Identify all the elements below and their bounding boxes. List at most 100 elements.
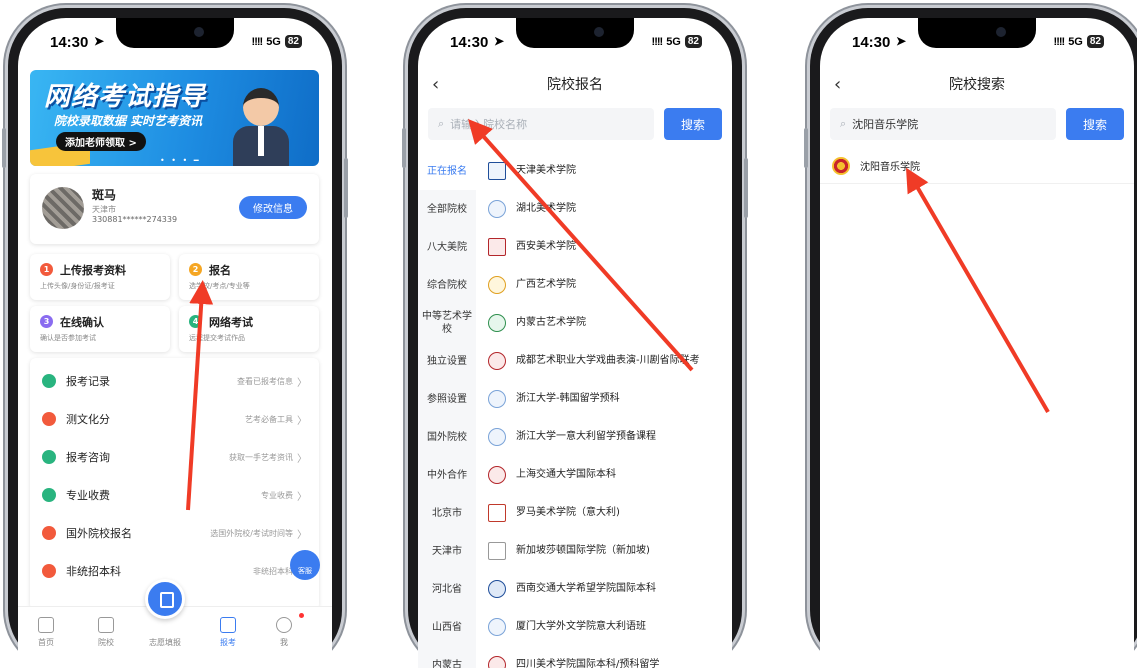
- menu-item-records[interactable]: 报考记录 查看已报考信息〉: [30, 362, 319, 400]
- school-name: 天津美术学院: [516, 165, 576, 176]
- tab-schools[interactable]: 院校: [86, 617, 126, 648]
- school-item[interactable]: 浙江大学一意大利留学预备课程: [476, 418, 732, 456]
- nav-bar: ‹ 院校搜索: [820, 70, 1134, 100]
- school-item[interactable]: 西南交通大学希望学院国际本科: [476, 570, 732, 608]
- category-item[interactable]: 参照设置: [418, 380, 476, 418]
- school-item[interactable]: 西安美术学院: [476, 228, 732, 266]
- category-item[interactable]: 八大美院: [418, 228, 476, 266]
- back-icon[interactable]: ‹: [432, 70, 439, 100]
- step-register[interactable]: 2 报名 选学校/考点/专业等: [179, 254, 319, 300]
- school-logo-icon: [488, 656, 506, 668]
- category-item[interactable]: 全部院校: [418, 190, 476, 228]
- status-network: !!!! 5G 82: [652, 35, 702, 48]
- promo-banner[interactable]: 网络考试指导 院校录取数据 实时艺考资讯 添加老师领取 > • • • ━: [30, 70, 319, 166]
- search-input[interactable]: ⌕ 请输入院校名称: [428, 108, 654, 140]
- school-item[interactable]: 内蒙古艺术学院: [476, 304, 732, 342]
- location-arrow-icon: ➤: [94, 34, 105, 48]
- side-button: [344, 158, 348, 218]
- school-item[interactable]: 广西艺术学院: [476, 266, 732, 304]
- search-input[interactable]: ⌕ 沈阳音乐学院: [830, 108, 1056, 140]
- search-button[interactable]: 搜索: [1066, 108, 1124, 140]
- apply-icon: [220, 617, 236, 633]
- school-logo-icon: [488, 542, 506, 560]
- school-item[interactable]: 成都艺术职业大学戏曲表演-川剧省际联考: [476, 342, 732, 380]
- tab-volunteer[interactable]: 志愿填报: [145, 637, 185, 648]
- category-item[interactable]: 综合院校: [418, 266, 476, 304]
- school-name: 广西艺术学院: [516, 279, 576, 290]
- category-item[interactable]: 国外院校: [418, 418, 476, 456]
- back-icon[interactable]: ‹: [834, 70, 841, 100]
- step-title: 报名: [209, 264, 231, 277]
- search-button[interactable]: 搜索: [664, 108, 722, 140]
- network-label: 5G: [266, 35, 281, 48]
- customer-service-button[interactable]: 客服: [290, 550, 320, 580]
- step-subtitle: 选学校/考点/专业等: [189, 282, 250, 290]
- edit-info-button[interactable]: 修改信息: [239, 196, 307, 219]
- signal-icon: !!!!: [651, 35, 664, 48]
- school-item[interactable]: 四川美术学院国际本科/预科留学: [476, 646, 732, 668]
- camera-icon: [194, 27, 204, 37]
- menu-item-culture-score[interactable]: 测文化分 艺考必备工具〉: [30, 400, 319, 438]
- category-item[interactable]: 山西省: [418, 608, 476, 646]
- banner-button[interactable]: 添加老师领取 >: [56, 132, 146, 151]
- school-name: 成都艺术职业大学戏曲表演-川剧省际联考: [516, 355, 700, 366]
- category-item[interactable]: 独立设置: [418, 342, 476, 380]
- school-name: 新加坡莎顿国际学院（新加坡): [516, 545, 650, 556]
- tab-home[interactable]: 首页: [26, 617, 66, 648]
- school-name: 厦门大学外文学院意大利语班: [516, 621, 646, 632]
- school-logo-icon: [832, 156, 850, 175]
- record-icon: [42, 374, 56, 388]
- menu-hint: 查看已报考信息: [237, 376, 293, 386]
- school-item[interactable]: 厦门大学外文学院意大利语班: [476, 608, 732, 646]
- school-name: 湖北美术学院: [516, 203, 576, 214]
- camera-icon: [996, 27, 1006, 37]
- category-item[interactable]: 北京市: [418, 494, 476, 532]
- school-name: 四川美术学院国际本科/预科留学: [516, 659, 660, 668]
- school-item[interactable]: 湖北美术学院: [476, 190, 732, 228]
- menu-hint: 获取一手艺考资讯: [229, 452, 293, 462]
- category-item[interactable]: 正在报名: [418, 152, 476, 190]
- foreign-icon: [42, 526, 56, 540]
- school-logo-icon: [488, 428, 506, 446]
- service-label: 客服: [298, 567, 312, 575]
- search-value: 沈阳音乐学院: [852, 118, 919, 131]
- user-city: 天津市: [92, 205, 116, 214]
- chevron-right-icon: 〉: [297, 529, 307, 541]
- volunteer-fill-button[interactable]: [145, 579, 185, 619]
- category-item[interactable]: 河北省: [418, 570, 476, 608]
- network-label: 5G: [1068, 35, 1083, 48]
- tab-label: 志愿填报: [149, 638, 181, 647]
- category-item[interactable]: 天津市: [418, 532, 476, 570]
- search-result-item[interactable]: 沈阳音乐学院: [820, 148, 1134, 184]
- tab-me[interactable]: 我: [264, 617, 304, 648]
- category-item[interactable]: 中外合作: [418, 456, 476, 494]
- search-placeholder: 请输入院校名称: [450, 118, 528, 131]
- menu-hint: 非统招本科: [253, 566, 293, 576]
- chevron-right-icon: 〉: [297, 453, 307, 465]
- chevron-right-icon: 〉: [297, 377, 307, 389]
- school-item[interactable]: 新加坡莎顿国际学院（新加坡): [476, 532, 732, 570]
- school-item[interactable]: 天津美术学院: [476, 152, 732, 190]
- menu-label: 专业收费: [66, 489, 110, 502]
- school-item[interactable]: 罗马美术学院（意大利): [476, 494, 732, 532]
- step-upload[interactable]: 1 上传报考资料 上传头像/身份证/报考证: [30, 254, 170, 300]
- step-online-exam[interactable]: 4 网络考试 远程提交考试作品: [179, 306, 319, 352]
- menu-item-consult[interactable]: 报考咨询 获取一手艺考资讯〉: [30, 438, 319, 476]
- step-number: 3: [40, 315, 53, 328]
- category-item[interactable]: 中等艺术学校: [418, 304, 476, 342]
- nav-bar: ‹ 院校报名: [418, 70, 732, 100]
- menu-label: 报考记录: [66, 375, 110, 388]
- step-confirm[interactable]: 3 在线确认 确认是否参加考试: [30, 306, 170, 352]
- school-item[interactable]: 上海交通大学国际本科: [476, 456, 732, 494]
- result-name: 沈阳音乐学院: [860, 162, 920, 173]
- fee-icon: [42, 488, 56, 502]
- school-item[interactable]: 浙江大学-韩国留学预科: [476, 380, 732, 418]
- menu-item-fees[interactable]: 专业收费 专业收费〉: [30, 476, 319, 514]
- category-item[interactable]: 内蒙古: [418, 646, 476, 668]
- menu-item-foreign[interactable]: 国外院校报名 选国外院校/考试时间等〉: [30, 514, 319, 552]
- user-icon: [276, 617, 292, 633]
- step-subtitle: 确认是否参加考试: [40, 334, 96, 342]
- tab-apply[interactable]: 报考: [208, 617, 248, 648]
- school-name: 上海交通大学国际本科: [516, 469, 616, 480]
- banner-subtitle: 院校录取数据 实时艺考资讯: [54, 114, 203, 128]
